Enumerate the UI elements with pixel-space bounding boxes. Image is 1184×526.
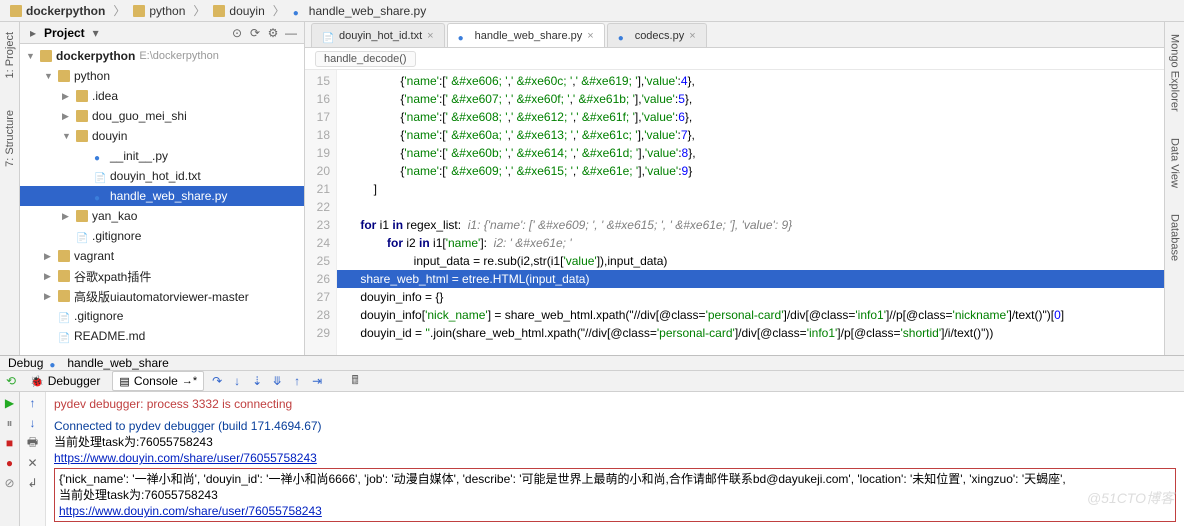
project-dropdown-icon[interactable]: ▸ (26, 26, 40, 40)
left-tool-tabs: 1: Project 7: Structure (0, 22, 20, 355)
breadcrumb: dockerpython 〉 python 〉 douyin 〉 handle_… (0, 0, 1184, 22)
step-over-icon[interactable]: ↷ (210, 374, 224, 388)
tree-node[interactable]: handle_web_share.py (20, 186, 304, 206)
editor-tab[interactable]: douyin_hot_id.txt × (311, 23, 445, 47)
run-to-cursor-icon[interactable]: ⇥ (310, 374, 324, 388)
tree-node[interactable]: ▼python (20, 66, 304, 86)
console-tab[interactable]: ▤ Console →* (112, 371, 204, 391)
rerun-icon[interactable]: ⟲ (4, 374, 18, 388)
resume-icon[interactable]: ▶ (3, 396, 17, 410)
tree-node[interactable]: .gitignore (20, 226, 304, 246)
close-icon[interactable]: × (587, 30, 593, 42)
down-icon[interactable]: ↓ (26, 416, 40, 430)
bc-root[interactable]: dockerpython (6, 3, 109, 19)
tab-dataview[interactable]: Data View (1167, 132, 1183, 194)
tree-node[interactable]: ▶vagrant (20, 246, 304, 266)
debug-panel: Debug handle_web_share ⟲ 🐞 Debugger ▤ Co… (0, 355, 1184, 513)
force-step-icon[interactable]: ⤋ (270, 374, 284, 388)
evaluate-icon[interactable]: 🖩 (348, 374, 362, 388)
close-icon[interactable]: × (427, 30, 433, 42)
step-into-icon[interactable]: ↓ (230, 374, 244, 388)
locate-icon[interactable]: ⟳ (248, 26, 262, 40)
tab-mongo[interactable]: Mongo Explorer (1167, 28, 1183, 118)
project-panel: ▸ Project ▾ ⊙ ⟳ ⚙ — ▼dockerpython E:\doc… (20, 22, 305, 355)
code-area[interactable]: {'name':[' &#xe606; ',' &#xe60c; ',' &#x… (337, 70, 1184, 355)
view-bp-icon[interactable]: ● (3, 456, 17, 470)
debugger-tab[interactable]: 🐞 Debugger (24, 372, 106, 390)
collapse-icon[interactable]: ⊙ (230, 26, 244, 40)
debug-session: handle_web_share (67, 356, 168, 370)
tree-node[interactable]: ▼douyin (20, 126, 304, 146)
console-output[interactable]: pydev debugger: process 3332 is connecti… (46, 392, 1184, 526)
hide-icon[interactable]: — (284, 26, 298, 40)
editor: douyin_hot_id.txt ×handle_web_share.py ×… (305, 22, 1184, 355)
editor-tab[interactable]: codecs.py × (607, 23, 707, 47)
tree-node[interactable]: README.md (20, 326, 304, 346)
tree-node[interactable]: ▶高级版uiautomatorviewer-master (20, 286, 304, 306)
step-out-icon[interactable]: ↑ (290, 374, 304, 388)
editor-tab[interactable]: handle_web_share.py × (447, 23, 605, 47)
clear-icon[interactable]: ✕ (26, 456, 40, 470)
close-icon[interactable]: × (689, 30, 695, 42)
tab-database[interactable]: Database (1167, 208, 1183, 267)
gutter: 151617181920212223242526272829 (305, 70, 337, 355)
tree-root[interactable]: ▼dockerpython E:\dockerpython (20, 46, 304, 66)
step-into-my-icon[interactable]: ⇣ (250, 374, 264, 388)
stop-icon[interactable]: ■ (3, 436, 17, 450)
print-icon[interactable]: 🖶 (26, 436, 40, 450)
bc-file[interactable]: handle_web_share.py (289, 3, 430, 19)
tab-structure[interactable]: 7: Structure (2, 104, 18, 173)
up-icon[interactable]: ↑ (26, 396, 40, 410)
pause-icon[interactable]: ⏸ (3, 416, 17, 430)
tree-node[interactable]: ▶谷歌xpath插件 (20, 266, 304, 286)
gear-icon[interactable]: ⚙ (266, 26, 280, 40)
mute-bp-icon[interactable]: ⊘ (3, 476, 17, 490)
code-breadcrumb[interactable]: handle_decode() (305, 48, 1184, 70)
debug-label: Debug (8, 356, 43, 370)
bc-item[interactable]: douyin (209, 3, 268, 19)
tab-project[interactable]: 1: Project (2, 26, 18, 84)
tree-node[interactable]: ▶.idea (20, 86, 304, 106)
tree-node[interactable]: ▶dou_guo_mei_shi (20, 106, 304, 126)
tree-node[interactable]: douyin_hot_id.txt (20, 166, 304, 186)
tree-node[interactable]: __init__.py (20, 146, 304, 166)
project-tree[interactable]: ▼dockerpython E:\dockerpython▼python▶.id… (20, 44, 304, 355)
watermark: @51CTO博客 (1087, 488, 1174, 508)
editor-tabs: douyin_hot_id.txt ×handle_web_share.py ×… (305, 22, 1184, 48)
bc-item[interactable]: python (129, 3, 189, 19)
right-tool-tabs: Mongo Explorer Data View Database (1164, 22, 1184, 355)
tree-node[interactable]: .gitignore (20, 306, 304, 326)
tree-node[interactable]: ▶yan_kao (20, 206, 304, 226)
wrap-icon[interactable]: ↲ (26, 476, 40, 490)
project-title: Project (44, 26, 85, 40)
